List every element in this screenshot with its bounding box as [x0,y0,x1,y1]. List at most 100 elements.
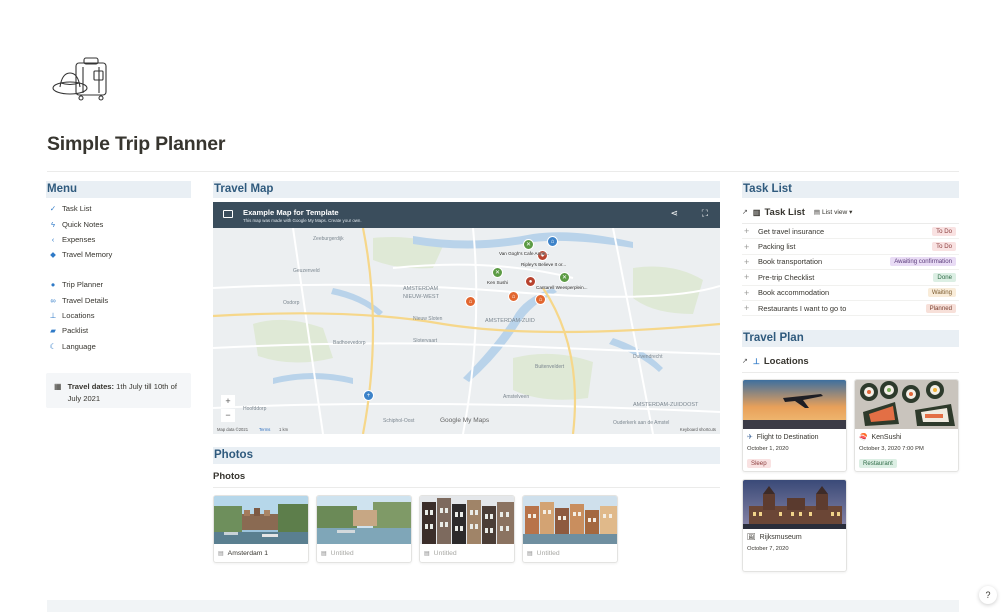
fullscreen-icon[interactable]: ⛶ [702,208,708,219]
map-pin-icon[interactable]: ⌂ [547,236,558,247]
photo-card[interactable]: ▤ Untitled [316,495,412,563]
menu-item-locations[interactable]: ⊥ Locations [46,308,191,323]
photo-card-title: Amsterdam 1 [227,550,269,557]
photo-houses-image [523,496,617,544]
help-button[interactable]: ? [979,586,997,604]
svg-text:AMSTERDAM: AMSTERDAM [403,286,439,292]
photo-card[interactable]: ▤ Amsterdam 1 [213,495,309,563]
moon-icon: ☾ [49,341,57,351]
menu-item-packlist[interactable]: ▰ Packlist [46,323,191,338]
plus-icon: + [744,287,750,298]
map-legend-toggle-icon[interactable] [223,210,233,218]
rijksmuseum-cover-image [743,480,846,530]
photo-card-label: ▤ Untitled [523,544,617,562]
zoom-in-button[interactable]: + [221,395,235,408]
map-terms-link[interactable]: Terms [259,427,270,432]
task-name: Book transportation [758,257,823,267]
photo-card-label: ▤ Untitled [317,544,411,562]
svg-text:Schiphol-Oost: Schiphol-Oost [383,418,415,424]
svg-text:AMSTERDAM-ZUIDOOST: AMSTERDAM-ZUIDOOST [633,402,699,408]
menu-item-expenses[interactable]: ‹ Expenses [46,232,191,247]
task-row[interactable]: + Book accommodation Waiting [742,286,959,301]
map-pin-label: Cantarell Weesperplein... [536,285,588,290]
menu-item-trip-planner[interactable]: ● Trip Planner [46,277,191,292]
museum-icon: 🖼 [747,534,756,542]
checkbox-icon: ✓ [49,204,57,214]
location-card[interactable]: 🖼 Rijksmuseum October 7, 2020 [742,479,847,573]
menu-item-travel-details[interactable]: ∞ Travel Details [46,292,191,307]
layers-icon: ◆ [50,250,56,260]
svg-text:Ouderkerk aan de Amstel: Ouderkerk aan de Amstel [613,420,669,426]
map-title: Example Map for Template [243,208,339,217]
photo-houses-image [420,496,514,544]
menu-item-travel-memory[interactable]: ◆ Travel Memory [46,247,191,262]
map-pin-icon[interactable]: + [363,390,374,401]
photo-card[interactable]: ▤ Untitled [522,495,618,563]
keyboard-shortcuts-link[interactable]: Keyboard shortcuts [680,427,716,432]
task-row[interactable]: + Get travel insurance To Do [742,224,959,240]
photo-card-label: ▤ Untitled [420,544,514,562]
callout-text: Travel dates: 1th July till 10th of July… [68,381,183,403]
location-name: KenSushi [871,433,902,441]
locations-db-header: ↗ ⊥ Locations [742,351,959,371]
title-divider [47,171,959,172]
menu-item-language[interactable]: ☾ Language [46,339,191,354]
svg-text:Osdorp: Osdorp [283,300,300,306]
menu-item-task-list[interactable]: ✓ Task List [46,201,191,216]
menu-item-quick-notes[interactable]: ϟ Quick Notes [46,216,191,231]
embedded-map[interactable]: Example Map for Template This map was ma… [213,202,720,434]
task-row[interactable]: + Pre-trip Checklist Done [742,270,959,286]
locations-divider [742,372,959,374]
map-pin-icon[interactable]: ⌂ [465,296,476,307]
chevron-left-icon: ‹ [51,234,55,244]
location-card[interactable]: 🍣 KenSushi October 3, 2020 7:00 PM Resta… [854,379,959,473]
locations-db-title[interactable]: Locations [764,356,809,367]
svg-text:Badhoevedorp: Badhoevedorp [333,340,366,346]
page-title: Simple Trip Planner [47,133,226,155]
main-column: Travel Map Example Map for Template This… [213,181,720,563]
share-icon[interactable]: ⋖ [670,208,678,219]
svg-text:Duivendrecht: Duivendrecht [633,354,663,360]
menu-item-label: Expenses [62,234,96,244]
map-pin-icon[interactable]: ✕ [523,239,534,250]
photo-card[interactable]: ▤ Untitled [419,495,515,563]
map-canvas[interactable]: Zeeburgerdijk AMSTERDAM NIEUW-WEST AMSTE… [213,228,720,434]
map-pin-icon[interactable]: ✕ [559,272,570,283]
task-list-db-title[interactable]: Task List [764,207,804,218]
plus-icon: + [744,241,750,252]
task-row[interactable]: + Packing list To Do [742,239,959,255]
map-pin-label: Ripley's Believe It or... [521,262,567,267]
pin-icon: ⊥ [752,356,760,366]
sushi-cover-image [855,380,958,430]
svg-text:Zeeburgerdijk: Zeeburgerdijk [313,236,344,242]
photo-card-label: ▤ Amsterdam 1 [214,544,308,562]
location-card-title: 🖼 Rijksmuseum [743,529,846,542]
task-name: Get travel insurance [758,226,825,236]
photos-subheading: Photos [213,471,246,482]
map-pin-icon[interactable]: ⌂ [535,294,546,305]
menu-item-label: Packlist [62,326,89,336]
map-scale: 1 km [279,427,289,432]
map-pin-icon[interactable]: ✕ [492,267,503,278]
plus-icon: + [744,272,750,283]
zoom-out-button[interactable]: − [221,409,235,422]
task-list-db-header: ↗ ▥ Task List ▤ List view ▾ [742,202,959,222]
link-icon: ∞ [50,295,56,305]
map-pin-icon[interactable]: ● [525,276,536,287]
task-name: Packing list [758,242,796,252]
svg-text:Nieuw Sloten: Nieuw Sloten [413,316,443,322]
map-pin-icon[interactable]: ⌂ [508,291,519,302]
list-view-dropdown[interactable]: ▤ List view ▾ [814,208,853,216]
calendar-icon: ▦ [54,382,62,392]
locations-gallery: ✈ Flight to Destination October 1, 2020 … [742,379,959,573]
menu-heading: Menu [46,181,191,198]
status-badge: To Do [932,226,956,236]
travel-plan-heading: Travel Plan [742,330,959,348]
task-row[interactable]: + Book transportation Awaiting confirmat… [742,255,959,271]
menu-item-label: Trip Planner [62,280,104,290]
page-icon: ▤ [218,551,224,557]
task-row[interactable]: + Restaurants I want to go to Planned [742,301,959,317]
right-column: Task List ↗ ▥ Task List ▤ List view ▾ + … [742,181,959,573]
location-card[interactable]: ✈ Flight to Destination October 1, 2020 … [742,379,847,473]
status-badge: To Do [932,242,956,252]
